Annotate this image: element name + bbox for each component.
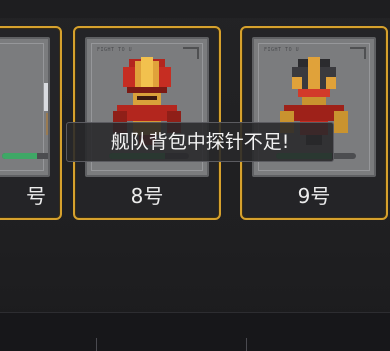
crew-card-7[interactable]: 号 <box>0 26 62 220</box>
bottom-bar <box>0 312 390 351</box>
toast-message: 舰队背包中探针不足! <box>66 122 334 162</box>
portrait-corner <box>183 47 199 59</box>
bottom-separator <box>96 338 97 351</box>
top-band <box>0 0 390 18</box>
portrait-corner <box>350 47 366 59</box>
hp-fill <box>2 153 37 159</box>
robot-sprite-icon <box>44 83 48 135</box>
crew-name: 号 <box>26 184 46 208</box>
bottom-separator <box>246 338 247 351</box>
crew-name: 9号 <box>297 184 331 208</box>
hp-bar <box>2 153 48 159</box>
crew-name: 8号 <box>130 184 164 208</box>
crew-portrait <box>0 37 50 177</box>
game-screen: 号 FIGHT TO U 8号 FIGHT TO U 9号 舰队背包中探针不足! <box>0 0 390 351</box>
